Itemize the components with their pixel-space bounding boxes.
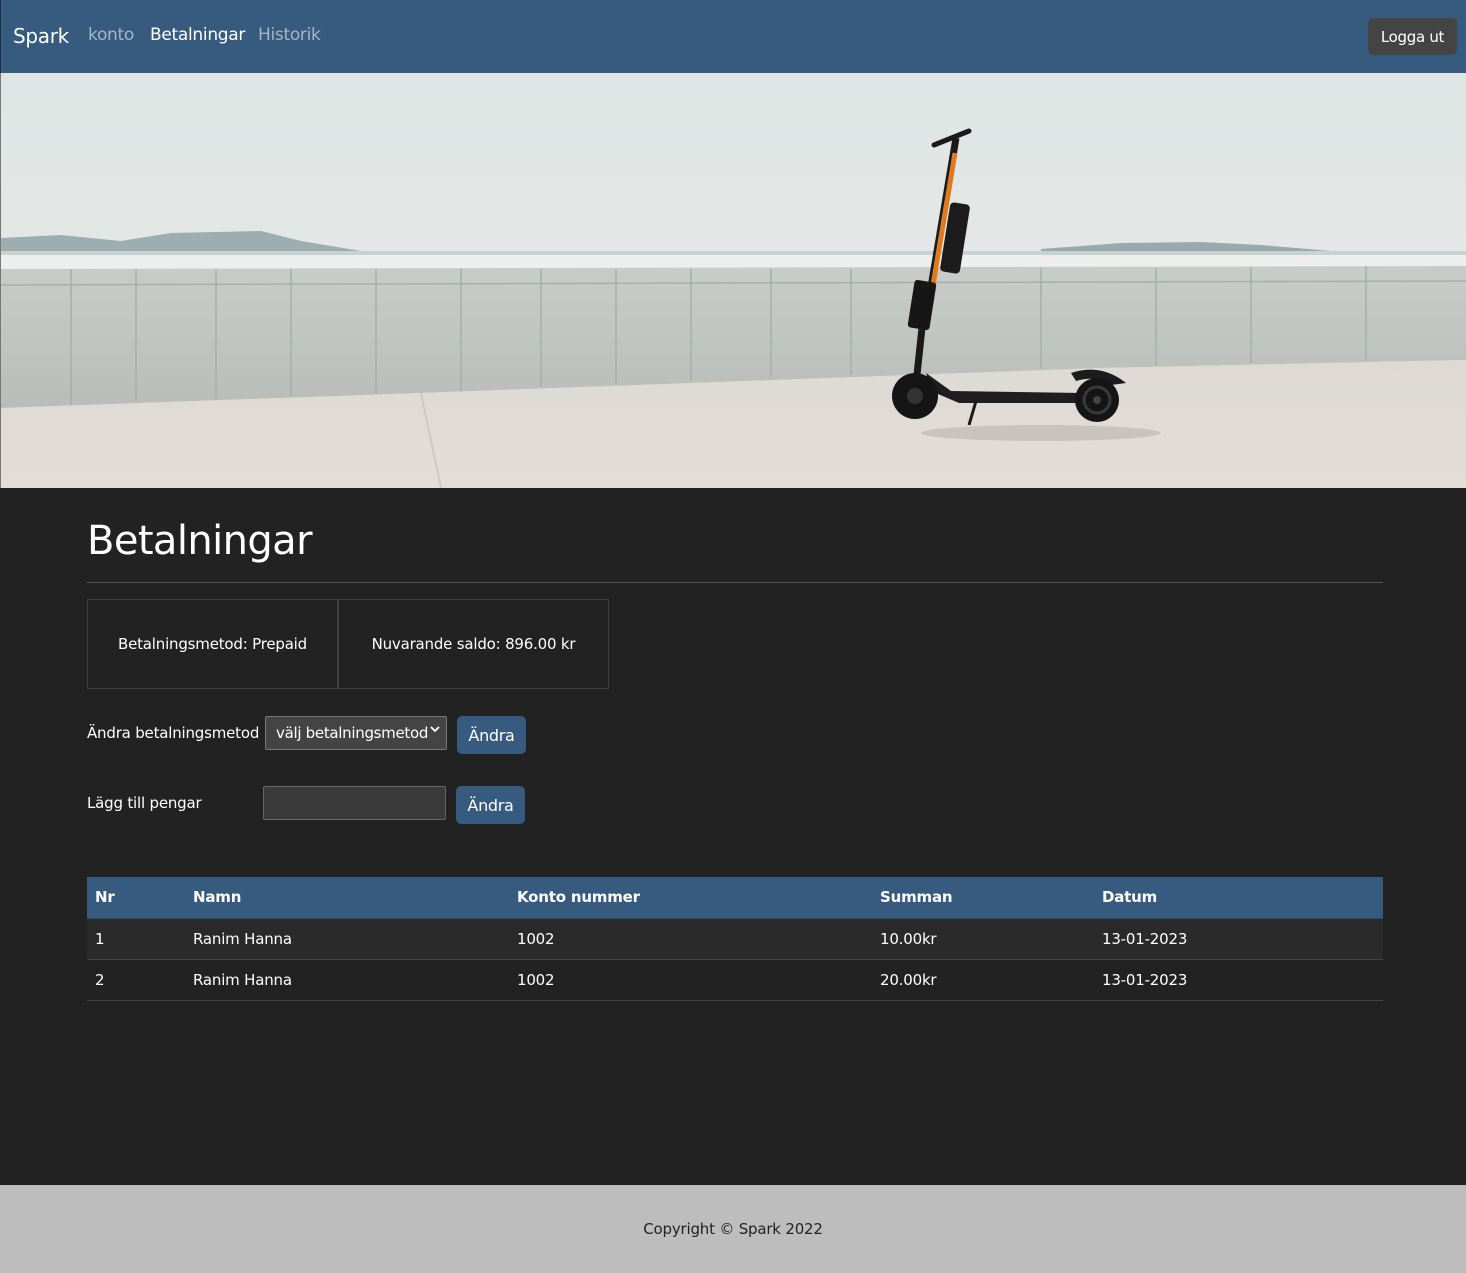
- table-row: 2 Ranim Hanna 1002 20.00kr 13-01-2023: [87, 959, 1383, 1000]
- chevron-down-icon: [430, 724, 440, 737]
- cell-nr: 2: [95, 970, 105, 989]
- title-divider: [87, 582, 1383, 583]
- add-money-label: Lägg till pengar: [87, 794, 202, 812]
- hero-image-scooter: [0, 73, 1466, 488]
- balance-box: Nuvarande saldo: 896.00 kr: [338, 599, 609, 689]
- change-method-button[interactable]: Ändra: [457, 716, 526, 754]
- header-datum: Datum: [1094, 877, 1383, 919]
- table-header-row: Nr Namn Konto nummer Summan Datum: [87, 877, 1383, 919]
- logout-button[interactable]: Logga ut: [1368, 18, 1457, 55]
- cell-nr: 1: [95, 929, 105, 948]
- cell-konto-nummer: 1002: [517, 970, 555, 989]
- cell-konto-nummer: 1002: [517, 929, 555, 948]
- cell-summan: 20.00kr: [880, 970, 937, 989]
- header-namn: Namn: [185, 877, 509, 919]
- payment-method-select[interactable]: välj betalningsmetod: [265, 716, 447, 750]
- brand-link[interactable]: Spark: [13, 24, 69, 48]
- payment-method-text: Betalningsmetod: Prepaid: [118, 635, 307, 653]
- nav-link-konto[interactable]: konto: [88, 25, 134, 45]
- cell-datum: 13-01-2023: [1102, 929, 1188, 948]
- cell-summan: 10.00kr: [880, 929, 937, 948]
- copyright-text: Copyright © Spark 2022: [643, 1220, 823, 1238]
- scooter-photo: [1, 73, 1466, 488]
- cell-namn: Ranim Hanna: [193, 970, 292, 989]
- change-method-label: Ändra betalningsmetod: [87, 724, 260, 742]
- nav-link-historik[interactable]: Historik: [258, 25, 321, 45]
- add-money-input[interactable]: [263, 786, 446, 820]
- payment-method-box: Betalningsmetod: Prepaid: [87, 599, 338, 689]
- cell-datum: 13-01-2023: [1102, 970, 1188, 989]
- cell-namn: Ranim Hanna: [193, 929, 292, 948]
- balance-text: Nuvarande saldo: 896.00 kr: [371, 635, 576, 653]
- payment-method-select-value: välj betalningsmetod: [276, 724, 429, 742]
- header-konto-nummer: Konto nummer: [509, 877, 872, 919]
- page-title: Betalningar: [87, 518, 313, 564]
- top-navbar: Spark konto Betalningar Historik Logga u…: [0, 0, 1466, 73]
- nav-link-betalningar[interactable]: Betalningar: [150, 25, 245, 45]
- page-footer: Copyright © Spark 2022: [0, 1185, 1466, 1273]
- header-summan: Summan: [872, 877, 1094, 919]
- header-nr: Nr: [87, 877, 185, 919]
- add-money-button[interactable]: Ändra: [456, 786, 525, 824]
- table-row: 1 Ranim Hanna 1002 10.00kr 13-01-2023: [87, 918, 1383, 959]
- payments-table: Nr Namn Konto nummer Summan Datum 1 Rani…: [87, 877, 1383, 1001]
